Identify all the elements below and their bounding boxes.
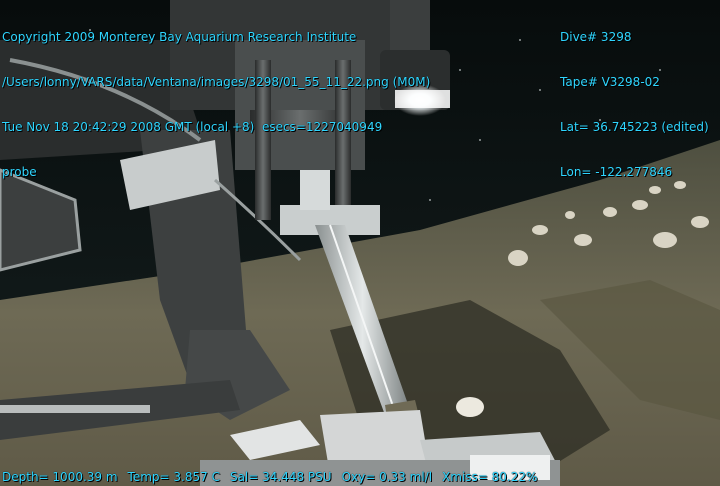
annotation-text: probe bbox=[2, 165, 37, 179]
overlay-header-left: Copyright 2009 Monterey Bay Aquarium Res… bbox=[2, 0, 430, 210]
video-frame: Copyright 2009 Monterey Bay Aquarium Res… bbox=[0, 0, 720, 486]
dive-text: Dive# 3298 bbox=[560, 30, 632, 44]
salinity-text: Sal= 34.448 PSU bbox=[229, 470, 332, 484]
copyright-text: Copyright 2009 Monterey Bay Aquarium Res… bbox=[2, 30, 357, 44]
overlay-footer: Depth= 1000.39 m Temp= 3.857 C Sal= 34.448… bbox=[2, 470, 547, 485]
oxygen-text: Oxy= 0.33 ml/l bbox=[341, 470, 433, 484]
latitude-text: Lat= 36.745223 (edited) bbox=[560, 120, 709, 134]
longitude-text: Lon= -122.277846 bbox=[560, 165, 673, 179]
overlay-header-right: Dive# 3298 Tape# V3298-02 Lat= 36.745223… bbox=[560, 0, 709, 210]
transmission-text: Xmiss= 80.22% bbox=[442, 470, 538, 484]
image-path-text: /Users/lonny/VARS/data/Ventana/images/32… bbox=[2, 75, 431, 89]
datetime-text: Tue Nov 18 20:42:29 2008 GMT (local +8) … bbox=[2, 120, 383, 134]
temperature-text: Temp= 3.857 C bbox=[127, 470, 220, 484]
tape-text: Tape# V3298-02 bbox=[560, 75, 660, 89]
depth-text: Depth= 1000.39 m bbox=[2, 470, 118, 484]
